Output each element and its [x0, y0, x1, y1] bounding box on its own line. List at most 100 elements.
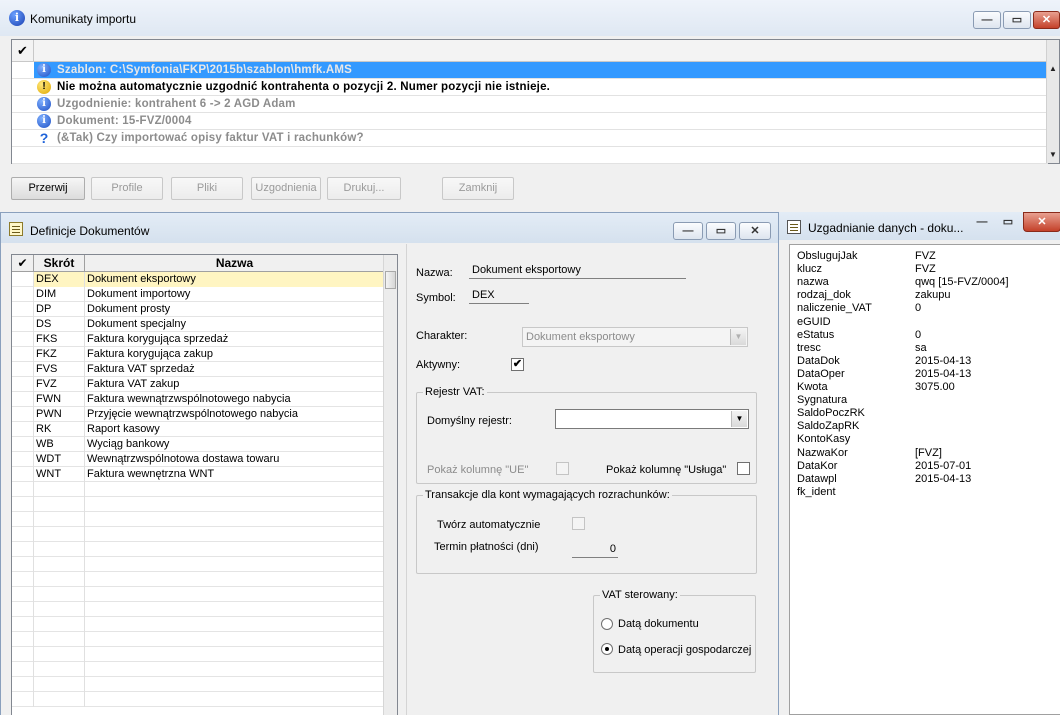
table-row-empty[interactable]: [12, 587, 384, 602]
message-row[interactable]: ? (&Tak) Czy importować opisy faktur VAT …: [12, 130, 1048, 147]
scroll-down-icon[interactable]: ▼: [1047, 148, 1059, 162]
pokaz-ue-checkbox[interactable]: [556, 462, 569, 475]
table-scrollbar[interactable]: [383, 255, 397, 715]
radio-data-dokumentu[interactable]: [601, 618, 613, 630]
field-key: SaldoPoczRK: [797, 407, 865, 420]
symbol-field[interactable]: DEX: [469, 289, 529, 304]
pokaz-usluga-checkbox[interactable]: [737, 462, 750, 475]
nazwa-field[interactable]: Dokument eksportowy: [469, 264, 686, 279]
pliki-button[interactable]: Pliki: [171, 177, 243, 200]
table-row-empty[interactable]: [12, 662, 384, 677]
data-field-row: tresc sa: [797, 342, 1057, 355]
skrot-cell: [34, 632, 85, 647]
table-row[interactable]: DEX Dokument eksportowy: [12, 272, 384, 287]
message-row[interactable]: i Dokument: 15-FVZ/0004: [12, 113, 1048, 130]
nazwa-cell: Faktura korygująca zakup: [87, 348, 213, 360]
message-row-empty: [12, 147, 1048, 164]
minimize-button[interactable]: —: [973, 11, 1001, 29]
table-row[interactable]: FVS Faktura VAT sprzedaż: [12, 362, 384, 377]
messages-list[interactable]: ✔ i Szablon: C:\Symfonia\FKP\2015b\szablo…: [11, 39, 1060, 164]
domyslny-rejestr-select[interactable]: ▼: [555, 409, 749, 429]
close-button[interactable]: ✕: [739, 222, 771, 240]
zamknij-button[interactable]: Zamknij: [442, 177, 514, 200]
table-row-empty[interactable]: [12, 482, 384, 497]
maximize-button[interactable]: ▭: [997, 214, 1019, 231]
table-row-empty[interactable]: [12, 512, 384, 527]
document-list-icon: [9, 222, 23, 236]
table-row[interactable]: DS Dokument specjalny: [12, 317, 384, 332]
data-field-row: ObslugujJak FVZ: [797, 250, 1057, 263]
skrot-cell: WDT: [34, 452, 85, 467]
table-row-empty[interactable]: [12, 677, 384, 692]
maximize-button[interactable]: ▭: [1003, 11, 1031, 29]
table-row[interactable]: WDT Wewnątrzwspólnotowa dostawa towaru: [12, 452, 384, 467]
przerwij-button[interactable]: Przerwij: [11, 177, 85, 200]
document-definitions-table[interactable]: ✔ Skrót Nazwa DEX Dokument eksportowy DIM D…: [11, 254, 398, 715]
column-header-skrot[interactable]: Skrót: [34, 255, 85, 272]
nazwa-cell: Faktura VAT sprzedaż: [87, 363, 195, 375]
table-row[interactable]: RK Raport kasowy: [12, 422, 384, 437]
table-row[interactable]: DP Dokument prosty: [12, 302, 384, 317]
table-row-empty[interactable]: [12, 647, 384, 662]
close-button[interactable]: ✕: [1033, 11, 1060, 29]
scrollbar-thumb[interactable]: [385, 271, 396, 289]
minimize-button[interactable]: —: [971, 214, 993, 231]
table-row[interactable]: FKZ Faktura korygująca zakup: [12, 347, 384, 362]
table-row[interactable]: DIM Dokument importowy: [12, 287, 384, 302]
table-row-empty[interactable]: [12, 527, 384, 542]
scroll-up-icon[interactable]: ▲: [1047, 62, 1059, 76]
table-row[interactable]: FWN Faktura wewnątrzwspólnotowego nabycia: [12, 392, 384, 407]
row-check-cell: [12, 287, 34, 302]
profile-button[interactable]: Profile: [91, 177, 163, 200]
row-check-cell: [12, 317, 34, 332]
field-value: 2015-04-13: [915, 367, 972, 380]
table-row-empty[interactable]: [12, 557, 384, 572]
message-row[interactable]: i Szablon: C:\Symfonia\FKP\2015b\szablon\…: [12, 62, 1048, 79]
table-row-empty[interactable]: [12, 602, 384, 617]
definitions-window-titlebar[interactable]: Definicje Dokumentów — ▭ ✕: [1, 213, 778, 243]
radio-data-operacji[interactable]: [601, 643, 613, 655]
field-value: FVZ: [915, 263, 936, 276]
table-row[interactable]: FKS Faktura korygująca sprzedaż: [12, 332, 384, 347]
close-button[interactable]: ✕: [1023, 212, 1060, 232]
nazwa-cell: Dokument specjalny: [87, 318, 187, 330]
data-window-titlebar[interactable]: Uzgadnianie danych - doku... — ▭ ✕: [779, 212, 1060, 240]
table-row[interactable]: WNT Faktura wewnętrzna WNT: [12, 467, 384, 482]
field-key: KontoKasy: [797, 433, 851, 446]
data-field-row: Kwota 3075.00: [797, 381, 1057, 394]
message-row[interactable]: ! Nie można automatycznie uzgodnić kontra…: [12, 79, 1048, 96]
info-icon: i: [9, 10, 25, 26]
import-window-titlebar[interactable]: i Komunikaty importu — ▭ ✕: [0, 0, 1060, 36]
tworz-automatycznie-checkbox[interactable]: [572, 517, 585, 530]
rejestr-vat-title: Rejestr VAT:: [423, 386, 487, 398]
table-row-empty[interactable]: [12, 542, 384, 557]
data-dokumentu-label: Datą dokumentu: [618, 618, 699, 630]
table-row-empty[interactable]: [12, 572, 384, 587]
table-row-empty[interactable]: [12, 632, 384, 647]
row-check-cell: [12, 467, 34, 482]
table-row-empty[interactable]: [12, 692, 384, 707]
nazwa-cell: [85, 497, 384, 512]
table-row-empty[interactable]: [12, 497, 384, 512]
messages-scrollbar[interactable]: ▲ ▼: [1046, 40, 1059, 163]
termin-platnosci-field[interactable]: 0: [572, 543, 618, 558]
charakter-select[interactable]: Dokument eksportowy ▼: [522, 327, 748, 347]
maximize-button[interactable]: ▭: [706, 222, 736, 240]
minimize-button[interactable]: —: [673, 222, 703, 240]
column-header-nazwa[interactable]: Nazwa: [85, 255, 384, 272]
table-row-empty[interactable]: [12, 617, 384, 632]
nazwa-cell: Przyjęcie wewnątrzwspólnotowego nabycia: [87, 408, 298, 420]
vat-sterowany-title: VAT sterowany:: [600, 589, 680, 601]
table-row[interactable]: FVZ Faktura VAT zakup: [12, 377, 384, 392]
uzgodnienia-button[interactable]: Uzgodnienia: [251, 177, 321, 200]
vat-sterowany-group: VAT sterowany: Datą dokumentu Datą opera…: [593, 589, 756, 673]
field-value: 2015-04-13: [915, 472, 972, 485]
table-row[interactable]: WB Wyciąg bankowy: [12, 437, 384, 452]
message-text: Uzgodnienie: kontrahent 6 -> 2 AGD Adam: [57, 98, 296, 110]
nazwa-cell: [85, 482, 384, 497]
table-row[interactable]: PWN Przyjęcie wewnątrzwspólnotowego nabyc…: [12, 407, 384, 422]
drukuj-button[interactable]: Drukuj...: [327, 177, 401, 200]
field-key: Kwota: [797, 381, 828, 393]
message-row[interactable]: i Uzgodnienie: kontrahent 6 -> 2 AGD Adam: [12, 96, 1048, 113]
aktywny-checkbox[interactable]: ✔: [511, 358, 524, 371]
